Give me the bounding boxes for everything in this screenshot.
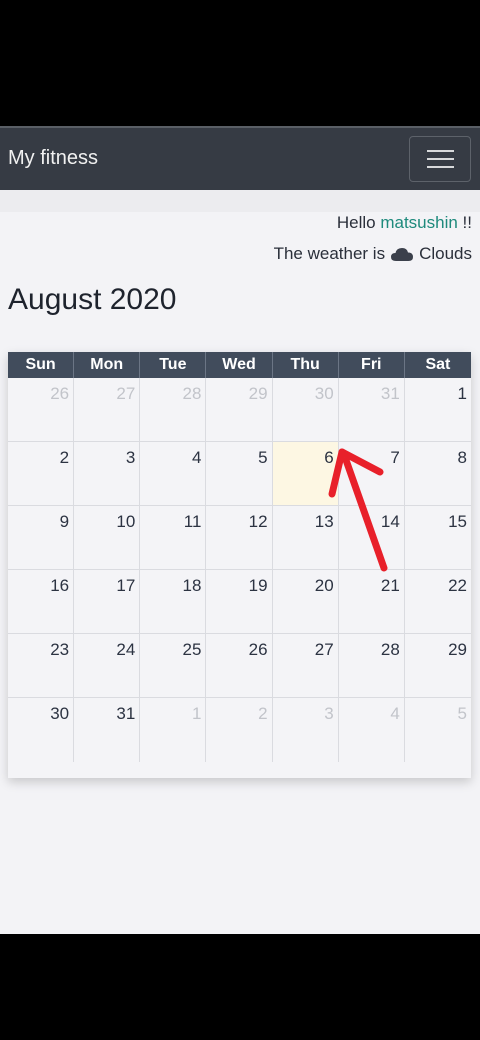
calendar-day[interactable]: 23 [8,634,75,698]
red-arrow-annotation [328,448,388,572]
calendar-day[interactable]: 1 [140,698,207,762]
calendar-day[interactable]: 5 [405,698,471,762]
weekday-label: Mon [74,352,141,378]
day-number: 31 [380,384,400,403]
calendar-day[interactable]: 3 [74,442,141,506]
weather-condition: Clouds [419,244,472,263]
day-number: 16 [50,576,70,595]
day-number: 29 [448,640,467,659]
day-number: 31 [116,704,136,723]
day-number: 26 [248,640,268,659]
weekday-label: Sat [425,356,451,373]
calendar: Sun Mon Tue Wed Thu Fri Sat 26 27 28 29 30 31 1 2 3 4 5 6… [8,352,471,778]
day-number: 17 [116,576,136,595]
calendar-day[interactable]: 26 [206,634,273,698]
weekday-label: Fri [339,352,405,378]
cloud-icon [390,246,414,262]
calendar-day[interactable]: 11 [140,506,207,570]
day-number: 24 [116,640,136,659]
month-title: August 2020 [8,283,177,316]
day-number: 27 [314,640,334,659]
day-number: 10 [116,512,136,531]
greeting-suffix: !! [457,213,472,232]
calendar-day[interactable]: 28 [140,378,207,442]
day-number: 3 [324,704,334,723]
day-number: 2 [59,448,70,467]
day-number: 5 [457,704,467,723]
calendar-day[interactable]: 30 [8,698,75,762]
calendar-day[interactable]: 29 [404,634,471,698]
day-number: 19 [248,576,268,595]
day-number: 25 [182,640,202,659]
day-number: 26 [50,384,70,403]
calendar-day[interactable]: 15 [404,506,471,570]
weather-text: The weather is Clouds [274,244,472,264]
brand-title[interactable]: My fitness [8,147,98,170]
weekday-label: Tue [140,352,207,378]
calendar-day[interactable]: 2 [8,442,75,506]
calendar-day[interactable]: 12 [206,506,273,570]
calendar-day[interactable]: 8 [404,442,471,506]
calendar-day[interactable]: 3 [273,698,339,762]
calendar-day[interactable]: 4 [339,698,405,762]
day-number: 9 [59,512,70,531]
day-number: 8 [457,448,467,467]
calendar-day[interactable]: 29 [206,378,273,442]
hamburger-icon [427,150,454,152]
navbar: My fitness [0,126,480,190]
day-number: 5 [258,448,268,467]
calendar-day[interactable]: 19 [206,570,273,634]
weekday-label: Thu [273,352,339,378]
weekday-header: Sun Mon Tue Wed Thu Fri Sat [8,352,471,378]
calendar-day[interactable]: 4 [140,442,207,506]
day-number: 15 [448,512,467,531]
weather-prefix: The weather is [273,244,386,263]
day-number: 28 [182,384,202,403]
day-number: 28 [380,640,400,659]
day-number: 11 [183,512,202,531]
greeting-prefix: Hello [336,213,381,232]
calendar-day[interactable]: 10 [74,506,141,570]
calendar-day[interactable]: 30 [272,378,339,442]
calendar-day[interactable]: 18 [140,570,207,634]
calendar-day[interactable]: 27 [74,378,141,442]
calendar-day[interactable]: 2 [206,698,273,762]
day-number: 3 [125,448,136,467]
calendar-day[interactable]: 31 [338,378,405,442]
day-number: 4 [390,704,400,723]
calendar-day[interactable]: 1 [404,378,471,442]
greeting-text: Hello matsushin !! [337,213,472,233]
menu-toggle-button[interactable] [409,136,471,182]
calendar-day[interactable]: 5 [206,442,273,506]
day-number: 30 [50,704,70,723]
calendar-day[interactable]: 22 [404,570,471,634]
day-number: 29 [248,384,268,403]
divider-band [0,190,480,212]
weekday-label: Sun [8,352,75,378]
calendar-day[interactable]: 9 [8,506,75,570]
day-number: 27 [116,384,136,403]
day-number: 4 [191,448,202,467]
day-number: 23 [50,640,70,659]
calendar-day[interactable]: 26 [8,378,75,442]
day-number: 18 [182,576,202,595]
day-number: 30 [314,384,334,403]
weekday-label: Wed [206,352,273,378]
day-number: 2 [258,704,268,723]
calendar-day[interactable]: 16 [8,570,75,634]
day-number: 22 [448,576,467,595]
calendar-day[interactable]: 17 [74,570,141,634]
calendar-day[interactable]: 25 [140,634,207,698]
calendar-day[interactable]: 28 [338,634,405,698]
username-link[interactable]: matsushin [380,213,457,232]
app-screen: My fitness Hello matsushin !! The weathe… [0,126,480,934]
day-number: 12 [248,512,268,531]
calendar-day[interactable]: 31 [74,698,141,762]
day-number: 1 [457,384,467,403]
calendar-grid: 26 27 28 29 30 31 1 2 3 4 5 6 7 8 9 10 11 12 13 14 15 16 17 18 1… [8,378,471,762]
day-number: 1 [191,704,202,723]
calendar-day[interactable]: 27 [272,634,339,698]
calendar-day[interactable]: 24 [74,634,141,698]
